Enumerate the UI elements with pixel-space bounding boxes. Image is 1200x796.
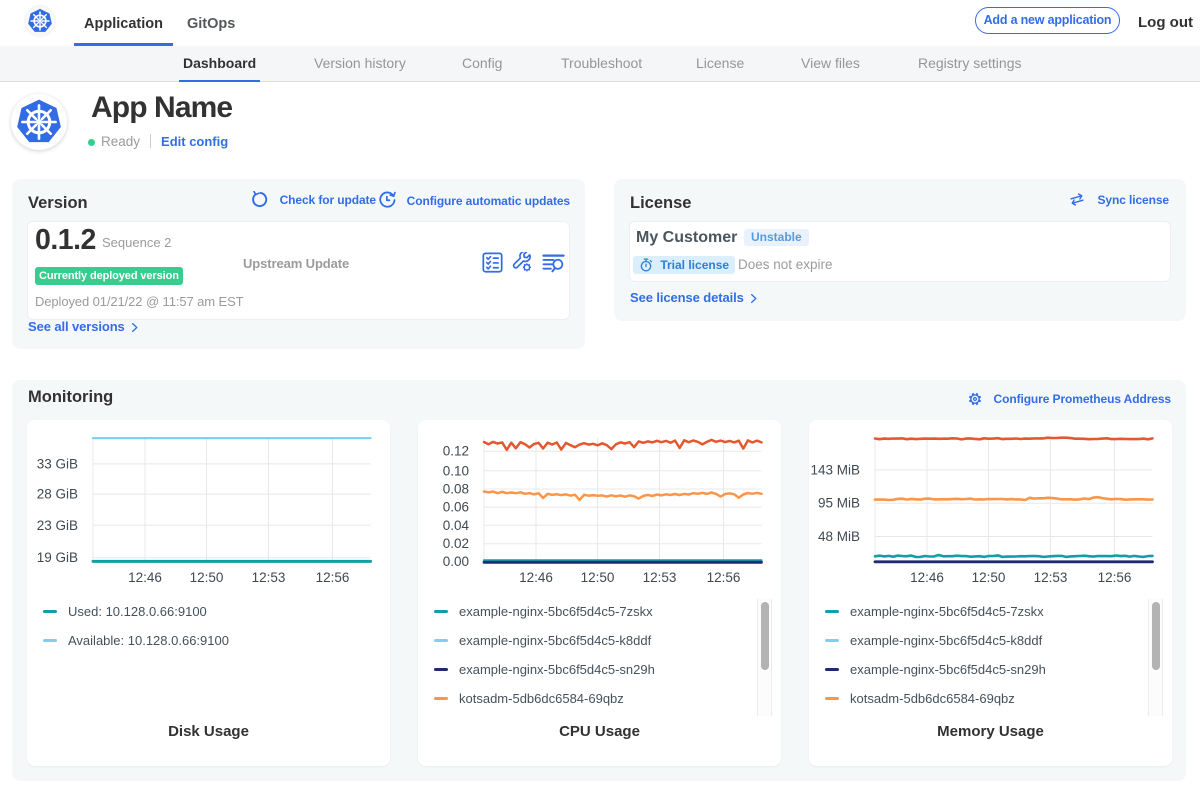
svg-text:12:46: 12:46 xyxy=(519,570,553,585)
svg-text:12:56: 12:56 xyxy=(316,570,350,585)
svg-text:12:46: 12:46 xyxy=(910,570,944,585)
svg-text:12:50: 12:50 xyxy=(972,570,1006,585)
svg-text:0.10: 0.10 xyxy=(443,463,469,478)
svg-text:0.04: 0.04 xyxy=(443,518,470,533)
svg-text:12:56: 12:56 xyxy=(1098,570,1132,585)
svg-text:12:46: 12:46 xyxy=(128,570,162,585)
svg-text:143 MiB: 143 MiB xyxy=(810,462,860,477)
svg-text:12:56: 12:56 xyxy=(707,570,741,585)
svg-text:12:53: 12:53 xyxy=(1034,570,1068,585)
svg-text:12:53: 12:53 xyxy=(252,570,286,585)
svg-text:12:50: 12:50 xyxy=(190,570,224,585)
svg-text:0.06: 0.06 xyxy=(443,500,469,515)
svg-text:0.02: 0.02 xyxy=(443,536,469,551)
svg-text:48 MiB: 48 MiB xyxy=(818,529,860,544)
svg-text:12:53: 12:53 xyxy=(643,570,677,585)
svg-text:0.00: 0.00 xyxy=(443,554,469,569)
svg-text:28 GiB: 28 GiB xyxy=(37,487,78,502)
svg-text:95 MiB: 95 MiB xyxy=(818,496,860,511)
svg-text:19 GiB: 19 GiB xyxy=(37,550,78,565)
svg-text:12:50: 12:50 xyxy=(581,570,615,585)
svg-text:33 GiB: 33 GiB xyxy=(37,456,78,471)
svg-text:0.12: 0.12 xyxy=(443,444,469,459)
svg-text:0.08: 0.08 xyxy=(443,482,469,497)
svg-text:23 GiB: 23 GiB xyxy=(37,518,78,533)
